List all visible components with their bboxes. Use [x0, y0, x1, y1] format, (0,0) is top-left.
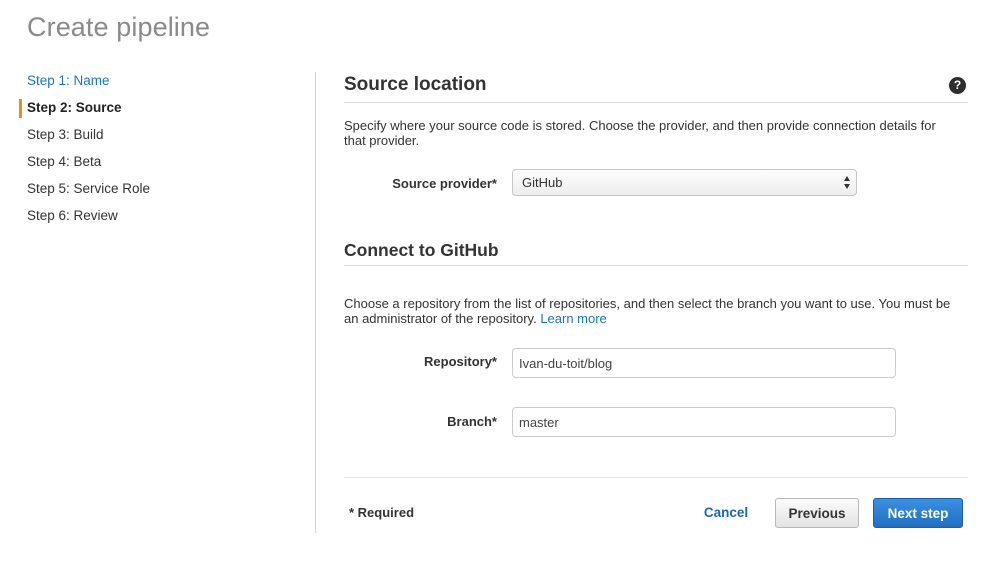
- previous-button[interactable]: Previous: [775, 498, 859, 528]
- page-title: Create pipeline: [27, 12, 211, 42]
- select-arrows-icon: [844, 176, 851, 190]
- repository-label: Repository*: [424, 354, 497, 369]
- connect-github-title: Connect to GitHub: [344, 240, 499, 260]
- step-source: Step 2: Source: [19, 99, 309, 126]
- source-location-title: Source location: [344, 74, 487, 95]
- source-provider-label: Source provider*: [392, 176, 497, 191]
- branch-input[interactable]: [512, 407, 896, 437]
- question-circle-icon[interactable]: ?: [949, 77, 966, 94]
- step-review: Step 6: Review: [27, 208, 118, 223]
- footer-divider: [344, 477, 968, 478]
- github-description: Choose a repository from the list of rep…: [344, 296, 954, 326]
- source-provider-value: GitHub: [522, 175, 563, 190]
- step-name[interactable]: Step 1: Name: [19, 72, 309, 99]
- section-divider: [344, 102, 968, 103]
- github-description-text: Choose a repository from the list of rep…: [344, 296, 951, 326]
- wizard-steps: Step 1: Name Step 2: Source Step 3: Buil…: [19, 72, 309, 234]
- learn-more-link[interactable]: Learn more: [540, 311, 606, 326]
- repository-input[interactable]: [512, 348, 896, 378]
- cancel-button[interactable]: Cancel: [693, 505, 759, 520]
- required-note: * Required: [349, 505, 415, 520]
- step-beta: Step 4: Beta: [27, 154, 102, 169]
- source-provider-select[interactable]: GitHub: [512, 169, 857, 196]
- source-description: Specify where your source code is stored…: [344, 118, 936, 148]
- section-divider: [344, 265, 968, 266]
- vertical-divider: [315, 72, 316, 533]
- branch-label: Branch*: [447, 414, 497, 429]
- step-service-role: Step 5: Service Role: [27, 181, 151, 196]
- next-step-button[interactable]: Next step: [873, 498, 963, 528]
- step-build: Step 3: Build: [27, 127, 104, 142]
